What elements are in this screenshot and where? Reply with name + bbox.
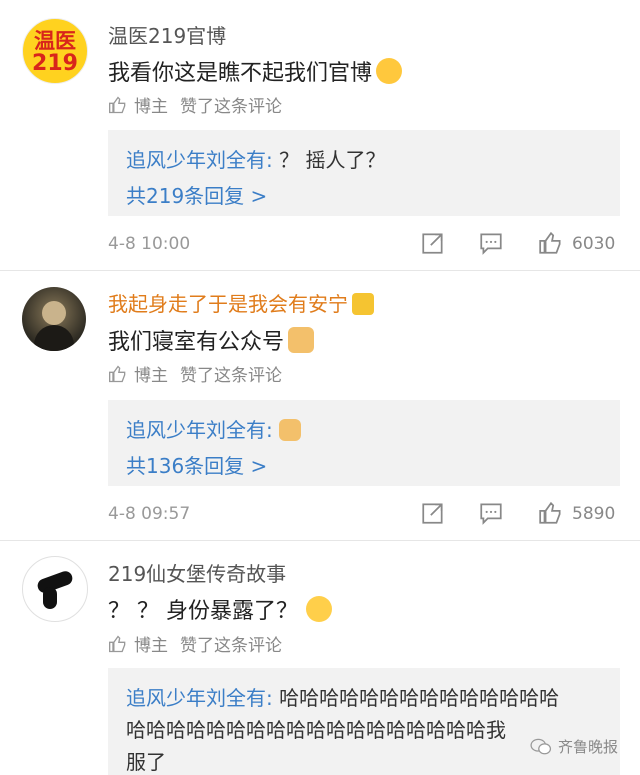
liked-by: 博主 xyxy=(134,366,168,386)
timestamp: 4-8 10:00 xyxy=(108,234,191,254)
reply-box[interactable]: 追风少年刘全有: 共136条回复 > xyxy=(108,400,620,486)
share-icon[interactable] xyxy=(420,230,446,256)
thumbs-up-icon xyxy=(109,364,126,382)
reply-preview: 追风少年刘全有: 哈哈哈哈哈哈哈哈哈哈哈哈哈哈 xyxy=(126,682,559,711)
share-icon[interactable] xyxy=(420,500,446,526)
wechat-icon xyxy=(530,738,552,754)
avatar-body xyxy=(34,325,74,351)
reply-preview: 追风少年刘全有: ？ 摇人了？ xyxy=(126,144,385,173)
avatar[interactable] xyxy=(22,287,86,351)
avatar[interactable] xyxy=(22,556,88,622)
thumbs-up-icon xyxy=(109,95,126,113)
avatar[interactable]: 温医 219 xyxy=(22,18,88,84)
author-liked-row: 博主 赞了这条评论 xyxy=(108,631,282,656)
reply-text: ？ 摇人了？ xyxy=(272,148,386,172)
avatar-logo-bottom: 219 xyxy=(32,51,78,76)
liked-by: 博主 xyxy=(134,97,168,117)
reply-text-line-2: 哈哈哈哈哈哈哈哈哈哈哈哈哈哈哈哈哈哈我 xyxy=(126,718,506,742)
reply-preview: 追风少年刘全有: xyxy=(126,414,301,443)
comment-icon[interactable] xyxy=(478,500,504,526)
liked-text: 赞了这条评论 xyxy=(180,97,282,117)
comment-text: ？ ？ 身份暴露了？ xyxy=(108,593,332,625)
watermark-text: 齐鲁晚报 xyxy=(557,738,618,756)
author-liked-row: 博主 赞了这条评论 xyxy=(108,361,282,386)
reply-box[interactable]: 追风少年刘全有: 哈哈哈哈哈哈哈哈哈哈哈哈哈哈 哈哈哈哈哈哈哈哈哈哈哈哈哈哈哈哈… xyxy=(108,668,620,775)
thumbs-up-icon xyxy=(109,634,126,652)
divider xyxy=(0,540,640,541)
divider xyxy=(0,270,640,271)
comment-text: 我们寝室有公众号 xyxy=(108,324,315,356)
comment-icon[interactable] xyxy=(478,230,504,256)
like-count: 5890 xyxy=(572,504,616,524)
reply-count-link[interactable]: 共136条回复 > xyxy=(126,450,267,479)
liked-text: 赞了这条评论 xyxy=(180,366,282,386)
author-liked-row: 博主 赞了这条评论 xyxy=(108,92,282,117)
like-count: 6030 xyxy=(572,234,616,254)
comment-text: 我看你这是瞧不起我们官博 xyxy=(108,55,403,87)
folded-hands-emoji-icon xyxy=(278,419,301,441)
username[interactable]: 我起身走了于是我会有安宁 xyxy=(108,288,374,317)
timestamp: 4-8 09:57 xyxy=(108,504,191,524)
liked-text: 赞了这条评论 xyxy=(180,636,282,656)
username[interactable]: 温医219官博 xyxy=(108,20,226,49)
reply-author[interactable]: 追风少年刘全有: xyxy=(126,686,273,710)
reply-author[interactable]: 追风少年刘全有: xyxy=(126,418,273,442)
like-icon[interactable] xyxy=(538,230,564,256)
reply-text: 哈哈哈哈哈哈哈哈哈哈哈哈哈哈 xyxy=(272,686,560,710)
like-icon[interactable] xyxy=(538,500,564,526)
folded-hands-emoji-icon xyxy=(288,327,315,353)
reply-box[interactable]: 追风少年刘全有: ？ 摇人了？ 共219条回复 > xyxy=(108,130,620,216)
avatar-figure xyxy=(42,301,66,325)
reply-text-line-3: 服了 xyxy=(126,750,166,774)
liked-by: 博主 xyxy=(134,636,168,656)
drool-emoji-icon xyxy=(376,58,403,84)
watermark: 齐鲁晚报 xyxy=(530,736,618,757)
reply-count-link[interactable]: 共219条回复 > xyxy=(126,180,267,209)
avatar-figure-2 xyxy=(43,587,57,609)
sweat-smile-emoji-icon xyxy=(306,596,332,622)
reply-author[interactable]: 追风少年刘全有: xyxy=(126,148,273,172)
username[interactable]: 219仙女堡传奇故事 xyxy=(108,558,286,587)
crown-emoji-icon xyxy=(352,293,374,315)
